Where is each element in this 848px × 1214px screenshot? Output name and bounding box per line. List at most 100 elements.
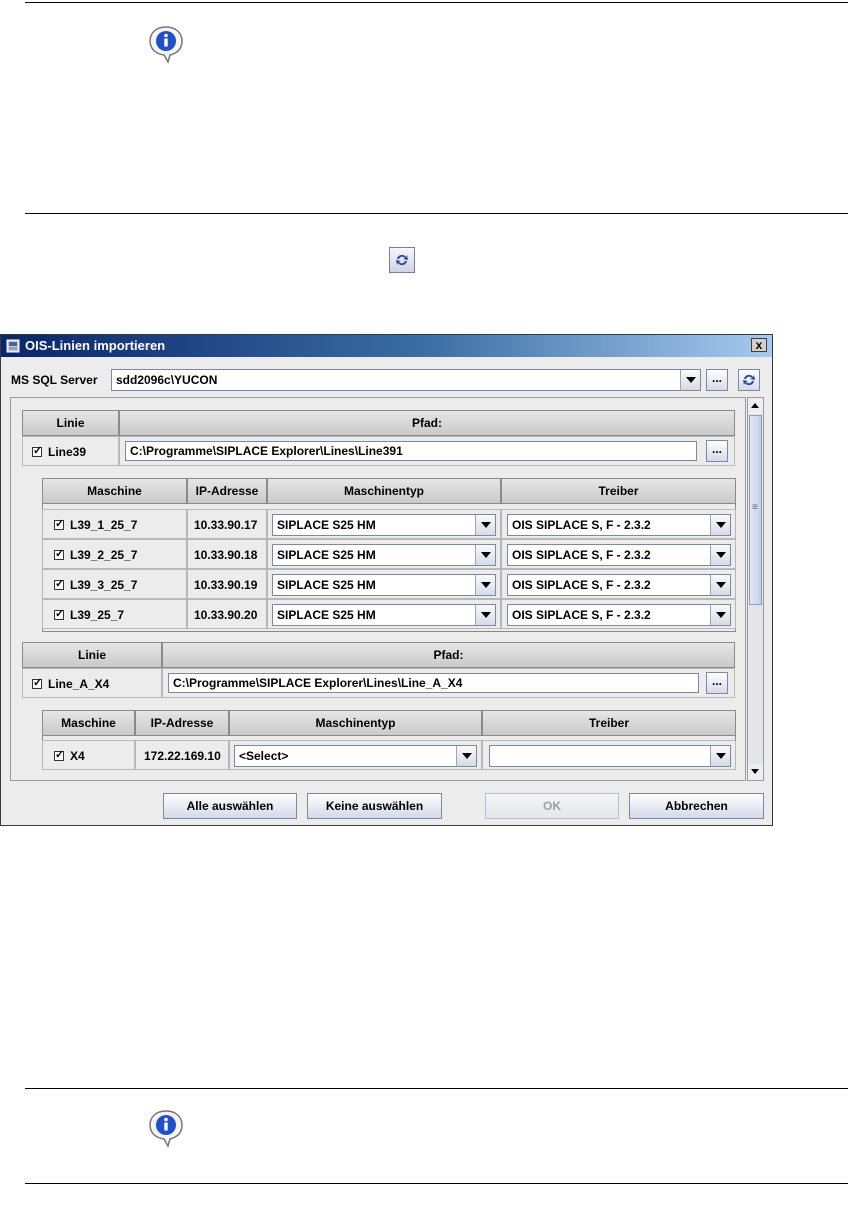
- line-path-input[interactable]: C:\Programme\SIPLACE Explorer\Lines\Line…: [125, 441, 697, 461]
- separator-bottom: [25, 1183, 848, 1184]
- ok-button[interactable]: OK: [485, 793, 619, 819]
- machine-ip-cell: 10.33.90.20: [187, 599, 267, 629]
- column-header-path: Pfad:: [162, 642, 735, 668]
- line-row: Line39: [22, 436, 119, 466]
- machine-ip: 10.33.90.17: [194, 518, 258, 532]
- machine-driver-value: OIS SIPLACE S, F - 2.3.2: [512, 578, 651, 592]
- machine-driver-select[interactable]: [489, 745, 731, 767]
- machine-checkbox[interactable]: [54, 577, 64, 590]
- line-path-browse-button[interactable]: ...: [706, 672, 728, 694]
- chevron-down-icon[interactable]: [456, 746, 476, 766]
- machine-type-value: SIPLACE S25 HM: [277, 518, 376, 532]
- machine-type-value: SIPLACE S25 HM: [277, 608, 376, 622]
- chevron-down-icon[interactable]: [475, 575, 495, 595]
- machine-name: X4: [70, 749, 85, 763]
- chevron-down-icon[interactable]: [710, 605, 730, 625]
- machine-name: L39_3_25_7: [70, 578, 138, 592]
- chevron-down-icon[interactable]: [710, 515, 730, 535]
- server-combobox[interactable]: sdd2096c\YUCON: [111, 369, 701, 391]
- machine-type-select[interactable]: SIPLACE S25 HM: [272, 514, 496, 536]
- machine-checkbox[interactable]: [54, 607, 64, 620]
- vertical-scrollbar[interactable]: [747, 397, 764, 781]
- column-header-machine: Maschine: [42, 710, 135, 736]
- chevron-down-icon[interactable]: [710, 545, 730, 565]
- machine-driver-cell: OIS SIPLACE S, F - 2.3.2: [501, 569, 736, 599]
- line-path-value: C:\Programme\SIPLACE Explorer\Lines\Line…: [130, 444, 403, 458]
- cancel-button[interactable]: Abbrechen: [629, 793, 764, 819]
- machine-type-cell: SIPLACE S25 HM: [267, 599, 501, 629]
- machine-type-cell: SIPLACE S25 HM: [267, 539, 501, 569]
- table-row: L39_1_25_7: [42, 509, 187, 539]
- column-header-ip: IP-Adresse: [135, 710, 229, 736]
- app-icon: [6, 339, 20, 353]
- separator-top: [25, 2, 848, 3]
- machine-checkbox[interactable]: [54, 517, 64, 530]
- chevron-down-icon[interactable]: [475, 545, 495, 565]
- dialog-title: OIS-Linien importieren: [25, 338, 166, 353]
- table-row: L39_3_25_7: [42, 569, 187, 599]
- machine-driver-select[interactable]: OIS SIPLACE S, F - 2.3.2: [507, 544, 731, 566]
- close-button[interactable]: x: [751, 338, 767, 352]
- machine-type-select[interactable]: SIPLACE S25 HM: [272, 544, 496, 566]
- machine-driver-cell: [482, 740, 736, 770]
- column-header-path: Pfad:: [119, 410, 735, 436]
- machine-type-value: SIPLACE S25 HM: [277, 548, 376, 562]
- machine-checkbox[interactable]: [54, 547, 64, 560]
- machine-name: L39_2_25_7: [70, 548, 138, 562]
- machine-name: L39_25_7: [70, 608, 125, 622]
- machine-ip-cell: 10.33.90.17: [187, 509, 267, 539]
- info-icon: [149, 1110, 183, 1148]
- scroll-thumb[interactable]: [749, 415, 762, 605]
- machine-ip: 172.22.169.10: [144, 749, 221, 763]
- table-row: L39_2_25_7: [42, 539, 187, 569]
- info-icon: [149, 26, 183, 64]
- scroll-up-icon[interactable]: [748, 398, 763, 414]
- chevron-down-icon[interactable]: [475, 515, 495, 535]
- machine-driver-value: OIS SIPLACE S, F - 2.3.2: [512, 608, 651, 622]
- line-row: Line_A_X4: [22, 668, 162, 698]
- machine-ip-cell: 10.33.90.18: [187, 539, 267, 569]
- table-row: X4: [42, 740, 135, 770]
- table-row: L39_25_7: [42, 599, 187, 629]
- line-path-browse-button[interactable]: ...: [706, 440, 728, 462]
- chevron-down-icon[interactable]: [710, 746, 730, 766]
- machine-checkbox[interactable]: [54, 748, 64, 761]
- machine-type-cell: <Select>: [229, 740, 482, 770]
- machine-ip: 10.33.90.19: [194, 578, 258, 592]
- machine-driver-select[interactable]: OIS SIPLACE S, F - 2.3.2: [507, 604, 731, 626]
- line-name: Line39: [48, 445, 87, 459]
- column-header-ip: IP-Adresse: [187, 478, 267, 504]
- machine-type-select[interactable]: <Select>: [234, 745, 477, 767]
- machine-ip: 10.33.90.20: [194, 608, 258, 622]
- refresh-button[interactable]: [738, 369, 760, 391]
- line-checkbox[interactable]: [32, 676, 42, 689]
- line-checkbox[interactable]: [32, 444, 42, 457]
- machine-type-select[interactable]: SIPLACE S25 HM: [272, 604, 496, 626]
- machine-driver-cell: OIS SIPLACE S, F - 2.3.2: [501, 509, 736, 539]
- scroll-down-icon[interactable]: [748, 764, 763, 780]
- machine-driver-select[interactable]: OIS SIPLACE S, F - 2.3.2: [507, 514, 731, 536]
- chevron-down-icon[interactable]: [680, 370, 700, 390]
- refresh-icon-inline: [389, 247, 415, 273]
- server-label: MS SQL Server: [11, 373, 98, 387]
- machine-type-value: <Select>: [239, 749, 289, 763]
- separator-bottom-top: [25, 1088, 848, 1089]
- machine-type-cell: SIPLACE S25 HM: [267, 509, 501, 539]
- title-bar: OIS-Linien importieren x: [1, 335, 772, 357]
- server-value: sdd2096c\YUCON: [116, 373, 218, 387]
- select-none-button[interactable]: Keine auswählen: [307, 793, 442, 819]
- lines-panel: Linie Pfad: Line39 C:\Programme\SIPLACE …: [10, 397, 746, 781]
- machine-driver-select[interactable]: OIS SIPLACE S, F - 2.3.2: [507, 574, 731, 596]
- chevron-down-icon[interactable]: [475, 605, 495, 625]
- machine-type-select[interactable]: SIPLACE S25 HM: [272, 574, 496, 596]
- select-all-button[interactable]: Alle auswählen: [163, 793, 297, 819]
- chevron-down-icon[interactable]: [710, 575, 730, 595]
- machine-driver-value: OIS SIPLACE S, F - 2.3.2: [512, 548, 651, 562]
- line-path-cell: C:\Programme\SIPLACE Explorer\Lines\Line…: [119, 436, 735, 466]
- column-header-type: Maschinentyp: [267, 478, 501, 504]
- line-path-cell: C:\Programme\SIPLACE Explorer\Lines\Line…: [162, 668, 735, 698]
- server-browse-button[interactable]: ...: [706, 369, 728, 391]
- machine-ip-cell: 172.22.169.10: [135, 740, 229, 770]
- line-path-input[interactable]: C:\Programme\SIPLACE Explorer\Lines\Line…: [168, 673, 699, 693]
- column-header-driver: Treiber: [501, 478, 736, 504]
